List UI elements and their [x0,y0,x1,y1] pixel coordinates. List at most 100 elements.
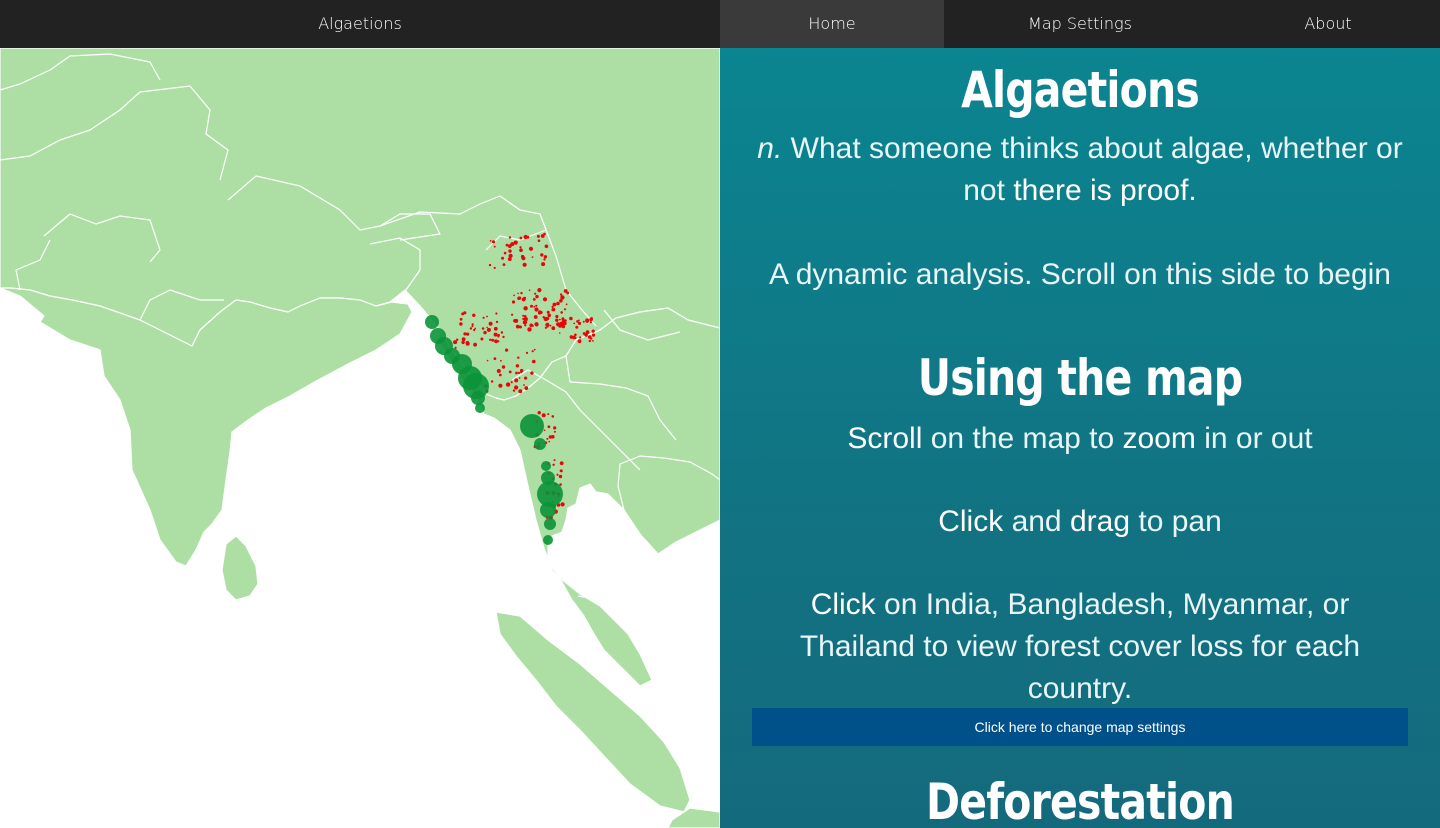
deforestation-point [490,380,494,383]
deforestation-point [577,321,582,325]
drag-text-1: and [1011,505,1062,538]
deforestation-point [461,340,465,345]
deforestation-point [535,294,539,299]
deforestation-point [461,337,466,342]
drag-text-2: to pan [1138,505,1222,538]
deforestation-point [535,323,539,327]
land-india[interactable] [0,287,413,567]
deforestation-heading: Deforestation [926,773,1235,828]
drag-instruction: Click and drag to pan [750,501,1410,543]
deforestation-point [591,329,595,333]
deforestation-point [547,413,550,416]
deforestation-point [501,256,505,260]
algae-bubble[interactable] [425,315,439,329]
deforestation-point [489,338,492,341]
land-sumatra[interactable] [495,611,691,813]
deforestation-point [498,373,502,377]
nav-about[interactable]: About [1216,0,1440,48]
deforestation-point [515,380,517,383]
deforestation-point [551,309,553,311]
deforestation-point [508,236,512,239]
land-sri-lanka[interactable] [221,535,259,601]
deforestation-point [521,256,526,261]
nav-map-settings[interactable]: Map Settings [944,0,1216,48]
algae-bubble[interactable] [520,414,544,438]
deforestation-point [474,327,477,330]
deforestation-point [547,313,551,318]
land-java-edge[interactable] [667,807,720,828]
deforestation-point [537,288,542,293]
deforestation-point [553,430,556,433]
deforestation-point [529,323,533,328]
deforestation-point [491,240,496,244]
deforestation-point [532,298,536,301]
deforestation-point [515,324,520,329]
deforestation-point [537,239,541,242]
deforestation-point [579,336,582,339]
deforestation-point [481,327,485,330]
deforestation-point [489,240,492,242]
deforestation-point [533,305,536,308]
deforestation-point [493,245,496,248]
land-borneo-edge[interactable] [617,455,720,555]
scroll-text-1: on the map to [930,422,1115,455]
deforestation-point [508,370,512,374]
algae-bubble[interactable] [534,438,546,450]
deforestation-point [517,292,519,295]
brand-link[interactable]: Algaetions [0,0,720,48]
deforestation-point [497,340,500,343]
deforestation-point [559,461,564,466]
deforestation-point [552,463,555,466]
deforestation-point [505,348,509,352]
deforestation-point [523,306,528,311]
algae-bubble[interactable] [541,461,551,471]
deforestation-point [493,266,496,269]
zoom-word: zoom [1122,422,1196,455]
deforestation-point [525,351,529,354]
deforestation-point [546,437,549,440]
algae-bubble[interactable] [543,535,553,545]
deforestation-point [589,321,593,324]
deforestation-point [522,317,525,321]
deforestation-point [518,389,523,394]
page-title: Algaetions [961,61,1200,119]
algae-bubble[interactable] [540,502,556,518]
interactive-map[interactable] [0,48,720,828]
algae-bubble[interactable] [475,403,485,413]
deforestation-point [511,300,516,304]
deforestation-point [577,339,582,344]
deforestation-point [535,304,538,307]
deforestation-point [555,318,559,322]
algae-bubble[interactable] [471,391,485,405]
story-panel[interactable]: Algaetions n. What someone thinks about … [720,48,1440,828]
deforestation-point [517,356,520,359]
deforestation-point [543,429,546,432]
deforestation-point [461,312,465,316]
deforestation-point [531,256,534,258]
deforestation-point [563,321,567,326]
nav-home[interactable]: Home [720,0,944,48]
deforestation-point [561,317,565,321]
deforestation-point [497,335,500,338]
deforestation-point [533,315,538,319]
map-canvas[interactable] [0,48,720,828]
map-settings-button[interactable]: Click here to change map settings [752,708,1408,746]
deforestation-point [510,313,514,316]
deforestation-point [534,292,537,295]
deforestation-point [505,382,511,387]
click-country-word: Click [810,588,876,621]
deforestation-point [553,426,557,430]
deforestation-point [488,321,493,326]
deforestation-point [524,386,529,390]
deforestation-point [508,253,513,258]
deforestation-point [515,364,520,368]
deforestation-point [524,324,527,327]
algae-bubble[interactable] [544,518,556,530]
deforestation-point [558,474,563,479]
deforestation-point [552,302,557,307]
deforestation-point [556,322,561,327]
deforestation-point [508,249,512,253]
deforestation-point [545,322,550,327]
top-nav-bar: Algaetions Home Map Settings About [0,0,1440,48]
definition-emphasis: there is proof. [1013,174,1197,207]
